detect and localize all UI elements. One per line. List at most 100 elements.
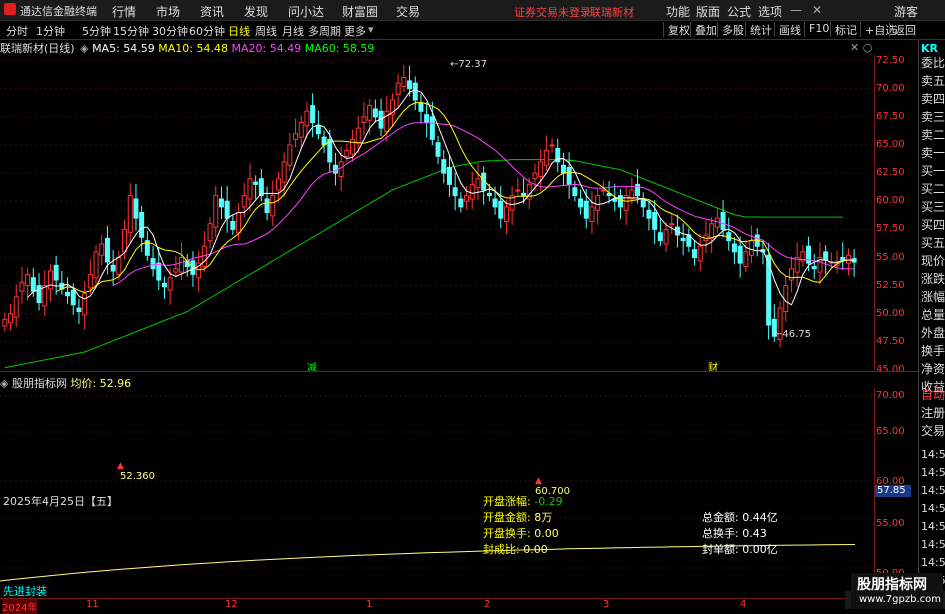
lower-axis-tick: 55.00 bbox=[876, 518, 905, 529]
ma5-label: MA5: 54.59 bbox=[92, 42, 155, 55]
candle-body bbox=[731, 243, 737, 253]
candle-body bbox=[418, 102, 424, 112]
candle-body bbox=[572, 187, 578, 197]
open-turnover-value: 0.00 bbox=[534, 527, 559, 540]
candle-body bbox=[53, 264, 59, 281]
candle-body bbox=[65, 291, 71, 297]
candle-body bbox=[76, 307, 82, 312]
candle-body bbox=[663, 228, 669, 245]
tab-period-daily[interactable]: 日线 bbox=[228, 23, 250, 39]
candle-body bbox=[709, 223, 715, 239]
candle-body bbox=[503, 206, 509, 222]
side-item-label: 买三 bbox=[921, 200, 945, 214]
menu-options[interactable]: 选项 bbox=[758, 3, 782, 20]
menu-function[interactable]: 功能 bbox=[666, 3, 690, 20]
multi-stock-button[interactable]: 多股 bbox=[717, 22, 744, 37]
menu-discover[interactable]: 发现 bbox=[244, 3, 268, 20]
menu-wealth[interactable]: 财富圈 bbox=[342, 3, 378, 20]
side-item-label: 换手 bbox=[921, 344, 945, 358]
mark-button[interactable]: 标记 bbox=[830, 22, 857, 37]
back-button[interactable]: 返回 bbox=[889, 22, 916, 37]
side-action-1[interactable]: 注册 bbox=[921, 404, 945, 421]
app-title: 通达信金融终端 bbox=[20, 5, 97, 18]
open-amount-label: 开盘金额: bbox=[483, 511, 531, 524]
side-time-label: 14:56 bbox=[921, 556, 945, 569]
overlay-button[interactable]: 叠加 bbox=[690, 22, 717, 37]
open-info-block: 开盘涨幅: -0.29 开盘金额: 8万 开盘换手: 0.00 封成比: 0.0… bbox=[483, 494, 563, 558]
side-time-label: 14:55 bbox=[921, 538, 945, 551]
price-axis-tick: 47.50 bbox=[876, 335, 905, 347]
price-axis-line bbox=[874, 55, 875, 370]
tab-period-intraday[interactable]: 分时 bbox=[6, 23, 28, 39]
indicator-chart[interactable] bbox=[0, 388, 875, 598]
side-item-label: 涨幅 bbox=[921, 290, 945, 304]
chart-settings-icon[interactable]: ◈ bbox=[80, 42, 88, 55]
tab-period-15min[interactable]: 15分钟 bbox=[113, 23, 149, 39]
ma60-label: MA60: 58.59 bbox=[304, 42, 375, 55]
total-amount-label: 总金额: bbox=[702, 511, 739, 524]
candle-body bbox=[275, 178, 281, 191]
low-marker: ←46.75 bbox=[774, 329, 812, 340]
menu-layout[interactable]: 版面 bbox=[696, 3, 720, 20]
side-item-label: 卖五 bbox=[921, 74, 945, 88]
tab-period-1min[interactable]: 1分钟 bbox=[36, 23, 65, 39]
tab-period-monthly[interactable]: 月线 bbox=[282, 23, 304, 39]
candle-body bbox=[42, 285, 48, 307]
tab-period-more[interactable]: 更多 bbox=[344, 23, 366, 39]
candle-body bbox=[652, 212, 658, 230]
menu-ask[interactable]: 问小达 bbox=[288, 3, 324, 20]
candle-body bbox=[749, 240, 755, 256]
menu-news[interactable]: 资讯 bbox=[200, 3, 224, 20]
tab-period-5min[interactable]: 5分钟 bbox=[82, 23, 111, 39]
menu-market[interactable]: 市场 bbox=[156, 3, 180, 20]
total-amount-value: 0.44亿 bbox=[742, 511, 778, 524]
statistics-button[interactable]: 统计 bbox=[745, 22, 772, 37]
minimize-button[interactable]: — bbox=[790, 3, 802, 17]
tab-period-multi[interactable]: 多周期 bbox=[308, 23, 341, 39]
tab-period-60min[interactable]: 60分钟 bbox=[189, 23, 225, 39]
draw-line-button[interactable]: 画线 bbox=[774, 22, 801, 37]
candle-body bbox=[458, 198, 464, 208]
chevron-down-icon[interactable]: ▾ bbox=[368, 23, 374, 36]
close-window-icon[interactable]: ✕ bbox=[812, 3, 822, 17]
menu-formula[interactable]: 公式 bbox=[727, 3, 751, 20]
side-action-2[interactable]: 交易 bbox=[921, 422, 945, 439]
side-time-label: 14:55 bbox=[921, 520, 945, 533]
sector-label[interactable]: 先进封装 bbox=[3, 583, 47, 599]
candle-body bbox=[486, 192, 492, 197]
candle-body bbox=[13, 296, 19, 318]
tab-period-weekly[interactable]: 周线 bbox=[255, 23, 277, 39]
candlestick-chart[interactable] bbox=[0, 55, 875, 370]
price-axis-tick: 60.00 bbox=[876, 195, 905, 207]
side-item-label: 外盘 bbox=[921, 326, 945, 340]
candle-body bbox=[401, 77, 407, 87]
menu-guest[interactable]: 游客 bbox=[894, 3, 918, 20]
tab-period-30min[interactable]: 30分钟 bbox=[152, 23, 188, 39]
f10-button[interactable]: F10 bbox=[804, 22, 829, 37]
close-chart-icon[interactable]: ✕ ○ bbox=[850, 41, 872, 54]
candle-body bbox=[578, 198, 584, 208]
candle-body bbox=[87, 273, 93, 289]
candle-body bbox=[469, 183, 475, 200]
candle-body bbox=[344, 150, 350, 157]
candle-body bbox=[310, 105, 316, 123]
adjust-button[interactable]: 复权 bbox=[663, 22, 690, 37]
price-axis-tick: 57.50 bbox=[876, 223, 905, 235]
candle-body bbox=[116, 257, 122, 275]
candle-body bbox=[845, 254, 851, 264]
indicator-header: ◈ 股朋指标网 均价: 52.96 bbox=[0, 375, 131, 390]
login-status[interactable]: 证券交易未登录 bbox=[514, 4, 591, 20]
candle-body bbox=[156, 262, 162, 281]
menu-trade[interactable]: 交易 bbox=[396, 3, 420, 20]
time-axis-label: 11 bbox=[86, 599, 99, 610]
side-time-label: 14:55 bbox=[921, 448, 945, 461]
candle-body bbox=[93, 251, 99, 279]
side-action-0[interactable]: 自动 bbox=[921, 386, 945, 403]
candle-body bbox=[70, 289, 76, 306]
price-axis-tick: 72.50 bbox=[876, 54, 905, 66]
candle-body bbox=[566, 167, 572, 185]
candle-body bbox=[127, 195, 133, 234]
total-turnover-label: 总换手: bbox=[702, 527, 739, 540]
candle-body bbox=[498, 200, 504, 219]
menu-quotes[interactable]: 行情 bbox=[112, 3, 136, 20]
